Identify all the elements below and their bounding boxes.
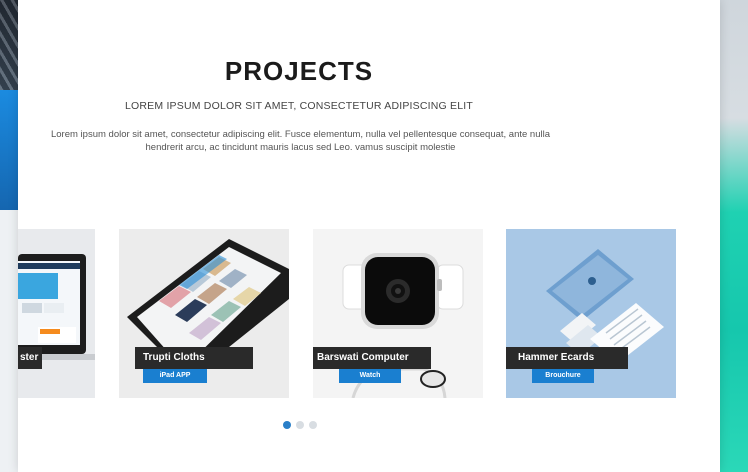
project-card-title: Trupti Cloths [135,347,253,369]
project-card-tag: Watch [339,369,401,383]
project-card-tag: iPad APP [143,369,207,383]
laptop-image [18,229,95,398]
project-card-barswati-computer[interactable]: Barswati Computer Watch [313,229,483,398]
project-card-partial[interactable]: ster [18,229,95,398]
carousel-dot[interactable] [309,421,317,429]
project-card-hammer-ecards[interactable]: Hammer Ecards Brouchure [506,229,676,398]
carousel-dot[interactable] [296,421,304,429]
projects-panel: PROJECTS LOREM IPSUM DOLOR SIT AMET, CON… [18,0,720,472]
section-subtitle: LOREM IPSUM DOLOR SIT AMET, CONSECTETUR … [124,100,474,112]
project-card-title: Barswati Computer [313,347,431,369]
background-right [718,0,748,472]
section-description: Lorem ipsum dolor sit amet, consectetur … [50,129,551,153]
project-card-title: ster [18,347,43,369]
carousel-dot[interactable] [283,421,291,429]
section-title: PROJECTS [224,56,374,86]
project-card-trupti-cloths[interactable]: Trupti Cloths iPad APP [119,229,289,398]
project-card-tag: Brouchure [532,369,594,383]
project-card-title: Hammer Ecards [506,347,628,369]
